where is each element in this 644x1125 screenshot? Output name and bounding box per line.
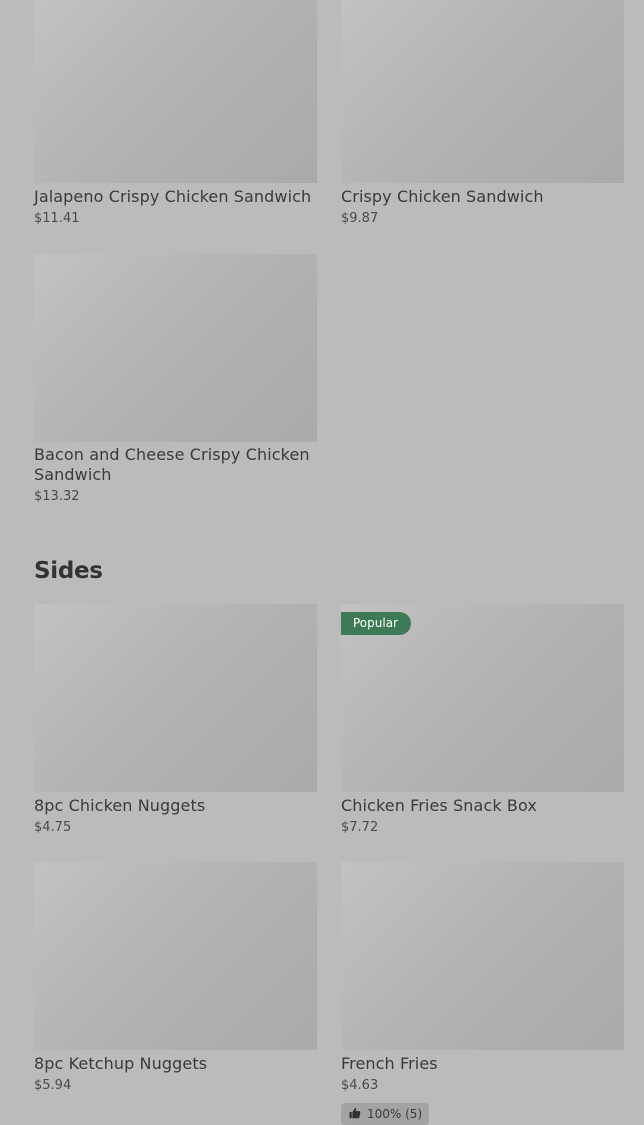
product-name: 8pc Ketchup Nuggets [34, 1054, 208, 1073]
menu-item-card[interactable]: 8pc Ketchup Nuggets $5.94 [34, 862, 317, 1095]
menu-item-card[interactable]: 8pc Chicken Nuggets $4.75 [34, 604, 317, 837]
product-price: $4.75 [34, 820, 72, 835]
product-image-placeholder [34, 0, 317, 183]
section-title-sides: Sides [34, 558, 103, 584]
product-name: Bacon and Cheese Crispy Chicken Sandwich [34, 445, 310, 484]
product-image-placeholder: Popular [341, 604, 624, 792]
product-price: $13.32 [34, 489, 80, 504]
product-price: $4.63 [341, 1078, 379, 1093]
product-price: $9.87 [341, 211, 379, 226]
menu-item-card[interactable]: Crispy Chicken Sandwich $9.87 [341, 0, 624, 228]
product-name: Chicken Fries Snack Box [341, 796, 537, 815]
product-image-placeholder [34, 862, 317, 1050]
product-image-placeholder [341, 862, 624, 1050]
product-image-placeholder [341, 0, 624, 183]
product-name: Jalapeno Crispy Chicken Sandwich [34, 187, 312, 206]
product-name: Crispy Chicken Sandwich [341, 187, 544, 206]
menu-item-card[interactable]: Bacon and Cheese Crispy Chicken Sandwich… [34, 254, 317, 506]
popular-badge: Popular [341, 612, 411, 635]
menu-item-card[interactable]: Jalapeno Crispy Chicken Sandwich $11.41 [34, 0, 317, 228]
product-image-placeholder [34, 604, 317, 792]
thumbs-up-icon [349, 1107, 361, 1122]
product-price: $7.72 [341, 820, 379, 835]
product-price: $5.94 [34, 1078, 72, 1093]
menu-page: Jalapeno Crispy Chicken Sandwich $11.41 … [0, 0, 644, 1125]
menu-item-card[interactable]: French Fries $4.63 100% (5) [341, 862, 624, 1125]
rating-badge: 100% (5) [341, 1103, 430, 1125]
rating-text: 100% (5) [367, 1107, 423, 1121]
menu-item-card[interactable]: Popular Chicken Fries Snack Box $7.72 [341, 604, 624, 837]
product-name: 8pc Chicken Nuggets [34, 796, 206, 815]
product-price: $11.41 [34, 211, 80, 226]
product-image-placeholder [34, 254, 317, 442]
product-name: French Fries [341, 1054, 438, 1073]
